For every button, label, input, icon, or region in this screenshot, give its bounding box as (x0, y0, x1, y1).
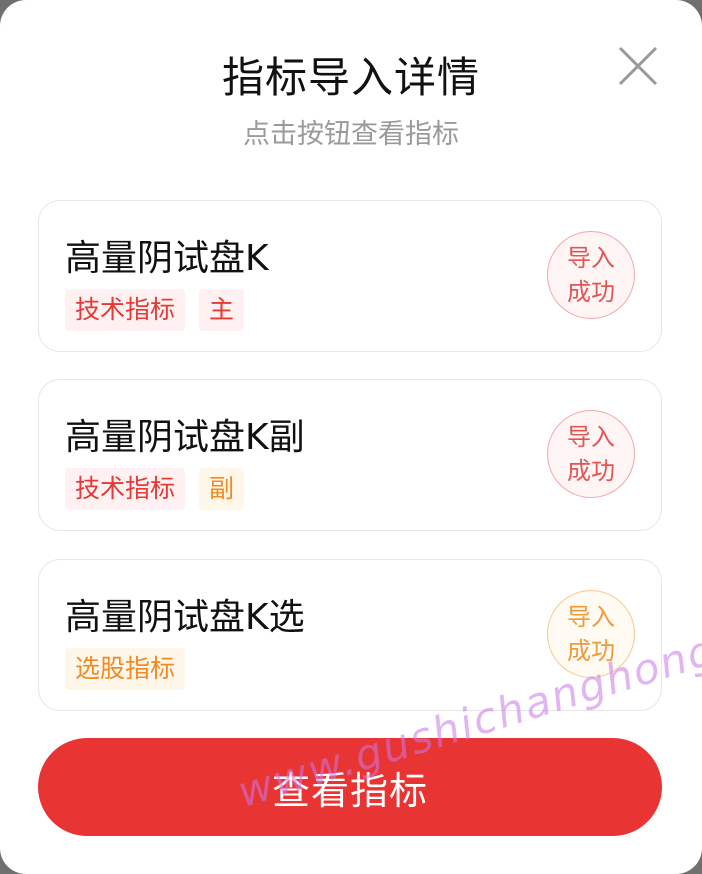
import-details-dialog: 指标导入详情 点击按钮查看指标 高量阴试盘K 技术指标 主 导入 成功 高量阴试… (0, 0, 702, 874)
import-success-stamp: 导入 成功 (547, 231, 635, 319)
indicator-position-tag: 副 (199, 468, 245, 510)
stamp-line-1: 导入 (567, 603, 615, 631)
dialog-subtitle: 点击按钮查看指标 (243, 119, 459, 150)
stamp-line-1: 导入 (567, 244, 615, 272)
indicator-card: 高量阴试盘K副 技术指标 副 导入 成功 (38, 379, 662, 531)
indicator-name: 高量阴试盘K (65, 238, 269, 279)
indicator-type-tag: 技术指标 (65, 289, 186, 331)
close-icon[interactable] (612, 40, 664, 92)
stamp-line-2: 成功 (567, 278, 615, 306)
import-success-stamp: 导入 成功 (547, 410, 635, 498)
indicator-position-tag: 主 (199, 289, 245, 331)
indicator-name: 高量阴试盘K选 (65, 597, 305, 638)
dialog-title: 指标导入详情 (221, 53, 480, 102)
indicator-type-tag: 选股指标 (65, 648, 186, 690)
stamp-line-2: 成功 (567, 457, 615, 485)
indicator-card: 高量阴试盘K 技术指标 主 导入 成功 (38, 200, 662, 352)
stamp-line-1: 导入 (567, 423, 615, 451)
indicator-name: 高量阴试盘K副 (65, 417, 305, 458)
indicator-type-tag: 技术指标 (65, 468, 186, 510)
